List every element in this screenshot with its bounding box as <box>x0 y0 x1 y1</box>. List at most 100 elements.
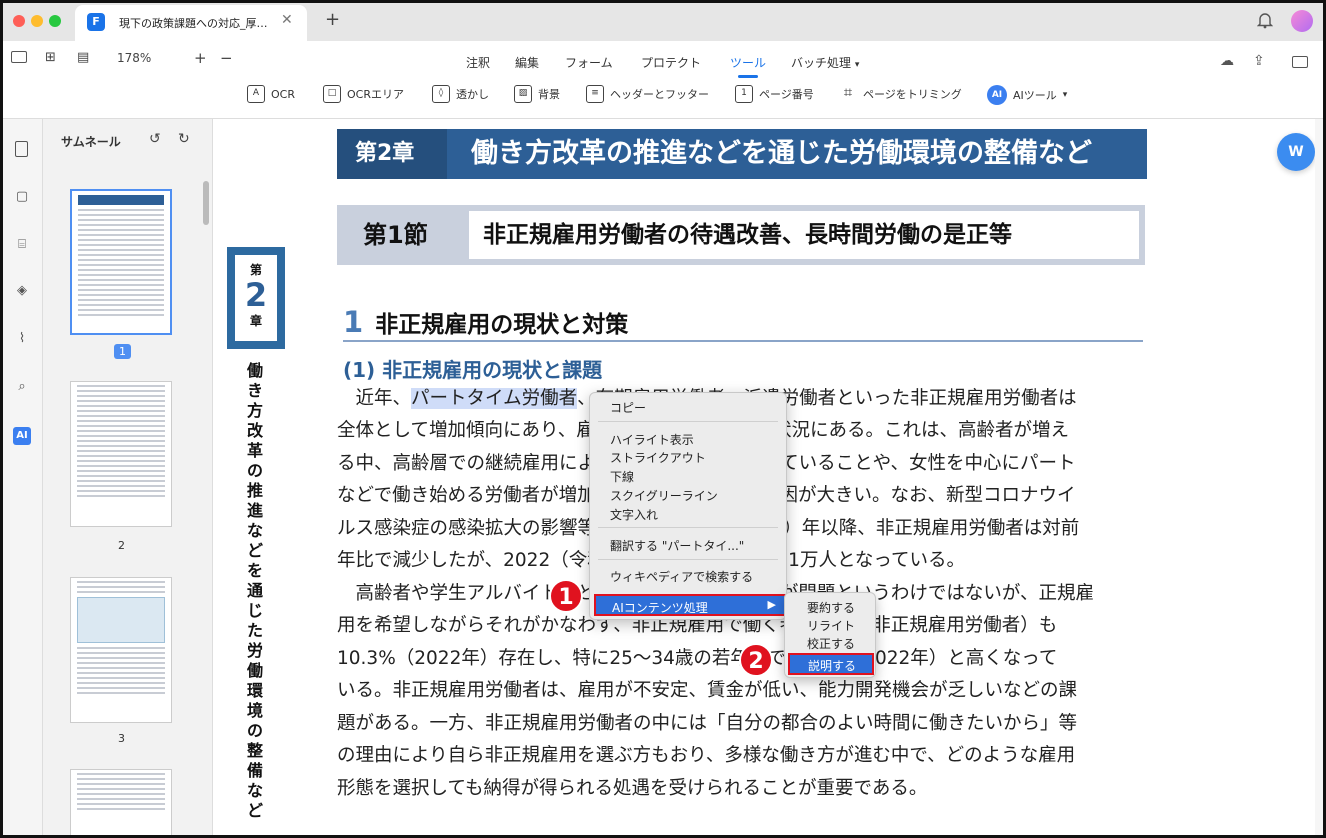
bookmark-icon[interactable]: ⌸ <box>13 237 31 255</box>
tool-header-footer[interactable]: ≡ ヘッダーとフッター <box>586 85 709 103</box>
menu-form[interactable]: フォーム <box>565 54 613 71</box>
user-avatar[interactable] <box>1291 10 1313 32</box>
submenu-rewrite[interactable]: リライト <box>807 617 855 634</box>
step-badge-2: 2 <box>739 643 773 677</box>
crop-icon: ⌗ <box>843 83 853 101</box>
paragraph-line[interactable]: の理由により自ら非正規雇用を選ぶ方もおり、多様な働き方が進む中で、どのような雇用 <box>337 740 1075 773</box>
rotate-right-icon[interactable]: ↻ <box>178 131 190 147</box>
menu-tools[interactable]: ツール <box>730 54 766 78</box>
paragraph-line[interactable]: 題がある。一方、非正規雇用労働者の中には「自分の都合のよい時間に働きたいから」等 <box>337 708 1077 741</box>
attachment-icon[interactable]: ⌇ <box>13 331 31 349</box>
menu-squiggly[interactable]: スクイグリーライン <box>610 487 718 504</box>
comment-icon[interactable]: ▢ <box>13 189 31 207</box>
tool-crop-page[interactable]: ⌗ ページをトリミング <box>839 85 962 103</box>
chapter-side-title: 働き方改革の推進などを通じた労働環境の整備など <box>247 361 264 820</box>
minimize-window-button[interactable] <box>31 15 43 27</box>
menu-copy[interactable]: コピー <box>610 399 646 416</box>
zoom-in-button[interactable]: + <box>194 49 207 67</box>
menu-protect[interactable]: プロテクト <box>641 54 701 71</box>
tool-ocr-area[interactable]: □ OCRエリア <box>323 85 404 103</box>
panel-toggle-icon[interactable] <box>11 51 27 63</box>
subheading: (1) 非正規雇用の現状と課題 <box>343 358 603 382</box>
app-window: F 現下の政策課題への対応_厚… ✕ + ⊞ ▤ 178% + − 注釈 編集 … <box>0 0 1326 838</box>
chapter-title: 働き方改革の推進などを通じた労働環境の整備など <box>471 138 1092 169</box>
thumbnail-page-4[interactable] <box>70 769 172 835</box>
heading-1: 1 非正規雇用の現状と対策 <box>343 305 629 339</box>
tab-title: 現下の政策課題への対応_厚… <box>119 17 268 30</box>
paragraph-line[interactable]: いる。非正規雇用労働者は、雇用が不安定、賃金が低い、能力開発機会が乏しいなどの課 <box>337 675 1077 708</box>
thumbnail-page-3[interactable] <box>70 577 172 723</box>
menu-ai-content[interactable]: AIコンテンツ処理 ▶ <box>594 594 788 616</box>
bell-icon[interactable] <box>1257 11 1273 29</box>
section-label: 第1節 <box>343 211 469 259</box>
main-toolbar: ⊞ ▤ 178% + − 注釈 編集 フォーム プロテクト ツール バッチ処理 … <box>3 41 1323 119</box>
chapter-side-tab: 第 2 章 <box>227 247 285 349</box>
page-number-3[interactable]: 3 <box>118 732 125 745</box>
maximize-window-button[interactable] <box>49 15 61 27</box>
thumbnail-scrollbar[interactable] <box>203 181 209 225</box>
menu-separator <box>598 527 778 528</box>
submenu-summarize[interactable]: 要約する <box>807 599 855 616</box>
rotate-left-icon[interactable]: ↺ <box>149 131 161 147</box>
zoom-out-button[interactable]: − <box>220 49 233 67</box>
menu-add-text[interactable]: 文字入れ <box>610 506 658 523</box>
section-banner: 第1節 非正規雇用労働者の待遇改善、長時間労働の是正等 <box>337 205 1145 265</box>
menu-batch[interactable]: バッチ処理 ▾ <box>791 54 859 71</box>
new-tab-button[interactable]: + <box>325 9 340 30</box>
page-view-icon[interactable]: ▤ <box>77 50 89 65</box>
heading-underline <box>343 340 1143 342</box>
tool-page-number[interactable]: 1 ページ番号 <box>735 85 814 103</box>
menu-annotate[interactable]: 注釈 <box>466 54 490 71</box>
document-tab[interactable]: F 現下の政策課題への対応_厚… ✕ <box>75 5 307 41</box>
menu-translate[interactable]: 翻訳する "パートタイ..." <box>610 537 744 554</box>
submenu-arrow-icon: ▶ <box>767 598 776 611</box>
page-icon[interactable] <box>15 141 28 157</box>
chapter-label: 第2章 <box>337 129 447 179</box>
search-icon[interactable]: ⌕ <box>13 379 31 397</box>
ai-submenu: 要約する リライト 校正する 説明する <box>784 592 876 678</box>
zoom-level[interactable]: 178% <box>117 51 151 65</box>
paragraph-line[interactable]: 10.3%（2022年）存在し、特に25〜34歳の若年層で15.5%（2022年… <box>337 643 1057 676</box>
tool-ai-tools[interactable]: AI AIツール ▾ <box>987 85 1067 105</box>
tab-close-icon[interactable]: ✕ <box>281 12 293 28</box>
step-badge-1: 1 <box>549 579 583 613</box>
thumbnail-page-2[interactable] <box>70 381 172 527</box>
chevron-down-icon: ▾ <box>1062 90 1068 100</box>
submenu-explain[interactable]: 説明する <box>788 653 874 675</box>
ai-sidebar-icon[interactable]: AI <box>13 427 31 445</box>
chapter-banner: 第2章 働き方改革の推進などを通じた労働環境の整備など <box>337 129 1147 179</box>
ocr-area-icon: □ <box>323 85 341 103</box>
share-icon[interactable]: ⇪ <box>1253 53 1265 69</box>
menu-strikeout[interactable]: ストライクアウト <box>610 449 706 466</box>
menu-wikipedia[interactable]: ウィキペディアで検索する <box>610 568 753 585</box>
floating-assistant-button[interactable]: W <box>1277 133 1315 171</box>
layers-icon[interactable]: ◈ <box>13 283 31 301</box>
close-window-button[interactable] <box>13 15 25 27</box>
tool-ocr[interactable]: A OCR <box>247 85 295 103</box>
selected-text[interactable]: パートタイム労働者 <box>411 388 578 409</box>
tool-watermark[interactable]: ◊ 透かし <box>432 85 489 103</box>
ai-icon: AI <box>987 85 1007 105</box>
menu-highlight[interactable]: ハイライト表示 <box>610 431 694 448</box>
section-title: 非正規雇用労働者の待遇改善、長時間労働の是正等 <box>483 222 1012 248</box>
document-scrollbar[interactable] <box>1315 119 1323 835</box>
right-panel-icon[interactable] <box>1292 56 1308 68</box>
thumbnail-panel: サムネール ↺ ↻ 1 2 3 <box>43 119 213 835</box>
ocr-icon: A <box>247 85 265 103</box>
menu-underline[interactable]: 下線 <box>610 468 634 485</box>
grid-view-icon[interactable]: ⊞ <box>45 50 56 65</box>
tool-background[interactable]: ▨ 背景 <box>514 85 560 103</box>
left-rail: ▢ ⌸ ◈ ⌇ ⌕ AI <box>3 119 43 835</box>
paragraph-line[interactable]: 形態を選択しても納得が得られる処遇を受けられることが重要である。 <box>337 773 927 806</box>
submenu-proofread[interactable]: 校正する <box>807 635 855 652</box>
menu-edit[interactable]: 編集 <box>515 54 539 71</box>
page-number-icon: 1 <box>735 85 753 103</box>
thumbnail-header: サムネール <box>61 135 121 149</box>
watermark-icon: ◊ <box>432 85 450 103</box>
cloud-icon[interactable]: ☁ <box>1220 53 1234 69</box>
app-logo-icon: F <box>87 13 105 31</box>
page-number-1[interactable]: 1 <box>114 344 131 359</box>
chevron-down-icon: ▾ <box>854 60 860 70</box>
page-number-2[interactable]: 2 <box>118 539 125 552</box>
thumbnail-page-1[interactable] <box>70 189 172 335</box>
